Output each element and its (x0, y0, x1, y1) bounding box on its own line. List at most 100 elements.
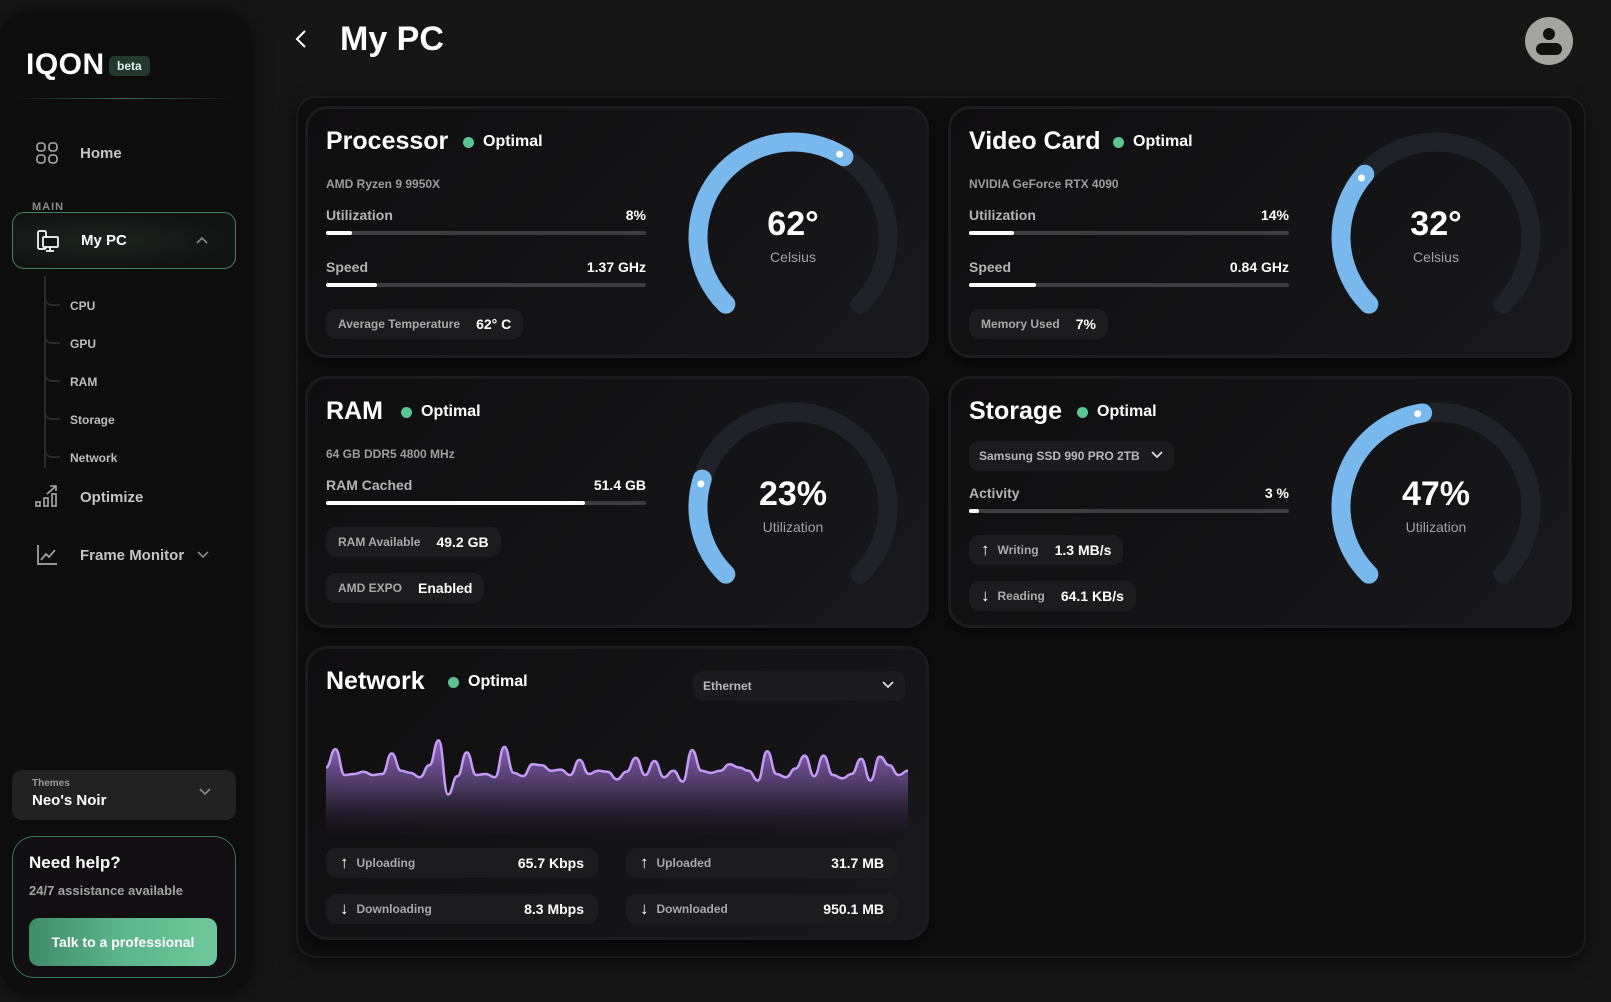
status-dot (1077, 406, 1088, 418)
status-dot (1113, 136, 1124, 148)
line-chart-icon (34, 542, 60, 568)
sidebar-item-label: My PC (81, 232, 127, 249)
themes-label: Themes (32, 778, 70, 789)
bar-chart-arrow-icon (34, 484, 60, 510)
computer-icon (35, 228, 61, 254)
grid-icon (34, 140, 60, 166)
arrow-down-icon: ↓ (340, 899, 349, 918)
gauge-unit: Utilization (1405, 519, 1467, 535)
sidebar-subitem-network[interactable]: Network (44, 448, 117, 468)
status-badge: Optimal (463, 133, 543, 151)
status-badge: Optimal (1113, 133, 1193, 151)
ram-model: 64 GB DDR5 4800 MHz (326, 447, 455, 461)
chevron-up-icon (195, 232, 209, 249)
sidebar-item-optimize[interactable]: Optimize (12, 469, 236, 525)
arrow-up-icon: ↑ (640, 853, 649, 872)
beta-badge: beta (109, 56, 150, 76)
gauge-knob (1414, 410, 1422, 418)
gauge-value: 32° (1410, 205, 1462, 243)
gauge-value: 62° (767, 205, 819, 243)
sidebar-subitem-storage[interactable]: Storage (44, 410, 115, 430)
gpu-model: NVIDIA GeForce RTX 4090 (969, 177, 1119, 191)
avatar[interactable] (1525, 17, 1573, 65)
help-card: Need help? 24/7 assistance available Tal… (12, 836, 236, 978)
sidebar-item-frame-monitor[interactable]: Frame Monitor (12, 527, 236, 583)
speed-metric: Speed 0.84 GHz (969, 259, 1289, 287)
adapter-select[interactable]: Ethernet (693, 671, 905, 701)
writing-chip: ↑ Writing 1.3 MB/s (969, 535, 1124, 565)
uploaded-stat: ↑ Uploaded 31.7 MB (626, 848, 898, 878)
talk-to-professional-button[interactable]: Talk to a professional (29, 918, 217, 966)
gauge-knob (836, 150, 844, 158)
sidebar-item-my-pc[interactable]: My PC (12, 212, 236, 269)
status-dot (463, 136, 474, 148)
utilization-metric: Utilization 8% (326, 207, 646, 235)
progress-bar (326, 231, 646, 235)
drive-select[interactable]: Samsung SSD 990 PRO 2TB (969, 441, 1174, 471)
ram-available-chip: RAM Available 49.2 GB (326, 527, 501, 557)
sidebar-item-home[interactable]: Home (12, 125, 236, 181)
chevron-down-icon (198, 784, 212, 802)
progress-bar (969, 283, 1289, 287)
progress-bar (969, 509, 1289, 513)
chevron-left-icon[interactable] (294, 26, 308, 57)
progress-bar (969, 231, 1289, 235)
arrow-down-icon: ↓ (981, 586, 990, 605)
speed-metric: Speed 1.37 GHz (326, 259, 646, 287)
themes-value: Neo's Noir (32, 792, 107, 809)
card-title: Video Card (969, 127, 1101, 155)
gauge-unit: Celsius (770, 249, 816, 265)
uploading-stat: ↑ Uploading 65.7 Kbps (326, 848, 598, 878)
chevron-down-icon (196, 547, 210, 564)
chevron-down-icon (1150, 449, 1164, 463)
network-area (326, 740, 908, 835)
gauge-value: 47% (1401, 475, 1471, 513)
amd-expo-chip: AMD EXPO Enabled (326, 573, 485, 603)
card-title: Storage (969, 397, 1063, 425)
card-title: Network (326, 667, 425, 695)
network-card: Network Optimal Ethernet ↑ Uploading 65.7 … (305, 646, 929, 940)
progress-bar (326, 283, 646, 287)
avg-temperature-chip: Average Temperature 62° C (326, 309, 524, 339)
gauge-unit: Celsius (1413, 249, 1459, 265)
help-subtitle: 24/7 assistance available (29, 883, 183, 898)
status-badge: Optimal (401, 403, 481, 421)
ram-cached-metric: RAM Cached 51.4 GB (326, 477, 646, 505)
sidebar-subitem-ram[interactable]: RAM (44, 372, 97, 392)
network-activity-chart (326, 739, 908, 835)
downloaded-stat: ↓ Downloaded 950.1 MB (626, 894, 898, 924)
gauge-knob (1358, 174, 1366, 182)
help-title: Need help? (29, 853, 121, 872)
status-dot (448, 676, 459, 688)
divider (14, 98, 234, 99)
sidebar-item-label: Home (80, 144, 122, 162)
sidebar-subitem-gpu[interactable]: GPU (44, 334, 96, 354)
sidebar-item-label: Optimize (80, 488, 144, 506)
ram-card: RAM Optimal 64 GB DDR5 4800 MHz RAM Cach… (305, 376, 929, 628)
utilization-gauge: 47% Utilization (1326, 397, 1546, 617)
user-icon (1536, 28, 1562, 55)
arrow-up-icon: ↑ (340, 853, 349, 872)
reading-chip: ↓ Reading 64.1 KB/s (969, 581, 1136, 611)
status-badge: Optimal (448, 673, 528, 691)
status-dot (401, 406, 412, 418)
activity-metric: Activity 3 % (969, 485, 1289, 513)
card-title: Processor (326, 127, 449, 155)
storage-card: Storage Optimal Samsung SSD 990 PRO 2TB … (948, 376, 1572, 628)
processor-model: AMD Ryzen 9 9950X (326, 177, 441, 191)
processor-card: Processor Optimal AMD Ryzen 9 9950X Util… (305, 106, 929, 358)
sidebar: IQON beta Home MAIN My PC CPU GPU RAM St… (0, 12, 252, 994)
sidebar-subitem-cpu[interactable]: CPU (44, 296, 95, 316)
arrow-down-icon: ↓ (640, 899, 649, 918)
themes-select[interactable]: Themes Neo's Noir (12, 770, 236, 820)
gauge-value: 23% (758, 475, 828, 513)
progress-bar (326, 501, 646, 505)
video-card-card: Video Card Optimal NVIDIA GeForce RTX 40… (948, 106, 1572, 358)
utilization-metric: Utilization 14% (969, 207, 1289, 235)
app-logo: IQON (26, 48, 105, 81)
utilization-gauge: 23% Utilization (683, 397, 903, 617)
page-title: My PC (340, 20, 444, 58)
status-badge: Optimal (1077, 403, 1157, 421)
temperature-gauge: 32° Celsius (1326, 127, 1546, 347)
sidebar-item-label: Frame Monitor (80, 546, 185, 564)
